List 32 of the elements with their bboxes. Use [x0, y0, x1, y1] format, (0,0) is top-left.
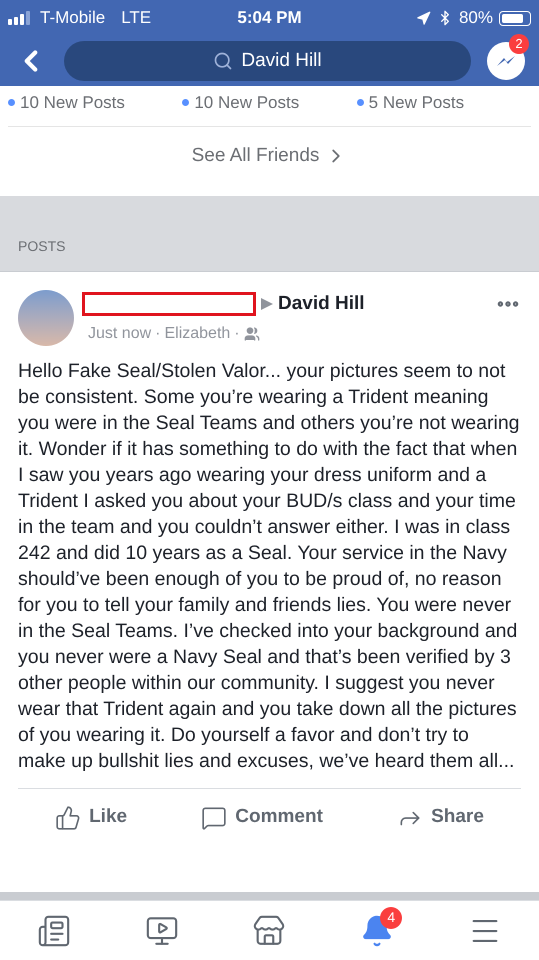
- new-posts-count: 5 New Posts: [368, 92, 464, 114]
- triangle-icon: [260, 296, 274, 311]
- friends-icon: [244, 326, 260, 342]
- carrier-text: T-Mobile: [40, 7, 106, 30]
- separator-dot: ·: [234, 324, 240, 344]
- network-text: LTE: [121, 7, 152, 30]
- search-value: David Hill: [241, 48, 322, 73]
- location-icon: [416, 10, 431, 26]
- battery-icon: [499, 10, 531, 26]
- post-action-button[interactable]: Comment: [201, 803, 323, 832]
- post-time: Just now: [88, 324, 152, 344]
- comment-icon: [201, 804, 228, 830]
- feed-icon: [36, 914, 71, 948]
- post-action-button[interactable]: Share: [397, 803, 484, 832]
- like-icon: [55, 804, 82, 830]
- clock-text: 5:04 PM: [237, 7, 302, 30]
- separator-dot: ·: [155, 324, 160, 344]
- post-location: Elizabeth: [164, 324, 230, 344]
- new-posts-count: 10 New Posts: [194, 92, 300, 114]
- see-all-friends-link[interactable]: See All Friends: [192, 142, 348, 170]
- post-action-button[interactable]: Like: [55, 803, 128, 832]
- market-icon: [252, 914, 286, 948]
- messenger-badge: 2: [509, 34, 529, 54]
- search-icon: [213, 51, 234, 71]
- lightning-icon: [496, 55, 516, 67]
- post-target-name[interactable]: David Hill: [278, 290, 365, 318]
- tab-button[interactable]: 4: [352, 908, 402, 952]
- notification-badge: 4: [380, 906, 402, 928]
- post-text: Hello Fake Seal/Stolen Valor... your pictures seem to not be consistent. Some you’re wearing a Trident meaning you were in the Seal Teams and others you’re not wearing it. Wonder if it has something to do with the fact that when I saw you years ago wearing your dress uniform and a Trident I asked you about your BUD/s class and your time in the team and you couldn’t answer either. I was in class 242 and did 10 years as a Seal. Your service in the Navy should’ve been enough of you to be proud of, no reason for you to tell your family and friends lies. You were never in the Seal Teams. I’ve checked into your background and you never were a Navy Seal and that’s been verified by 3 other people within our community. I suggest you never wear that Trident again and you take down all the pictures of you wearing it. Do yourself a favor and don’t try to make up bullshit lies and excuses, we’ve heard them all...: [17, 359, 521, 774]
- battery-text: 80%: [458, 7, 493, 30]
- new-posts-count: 10 New Posts: [20, 92, 125, 114]
- search-field[interactable]: David Hill: [64, 41, 471, 81]
